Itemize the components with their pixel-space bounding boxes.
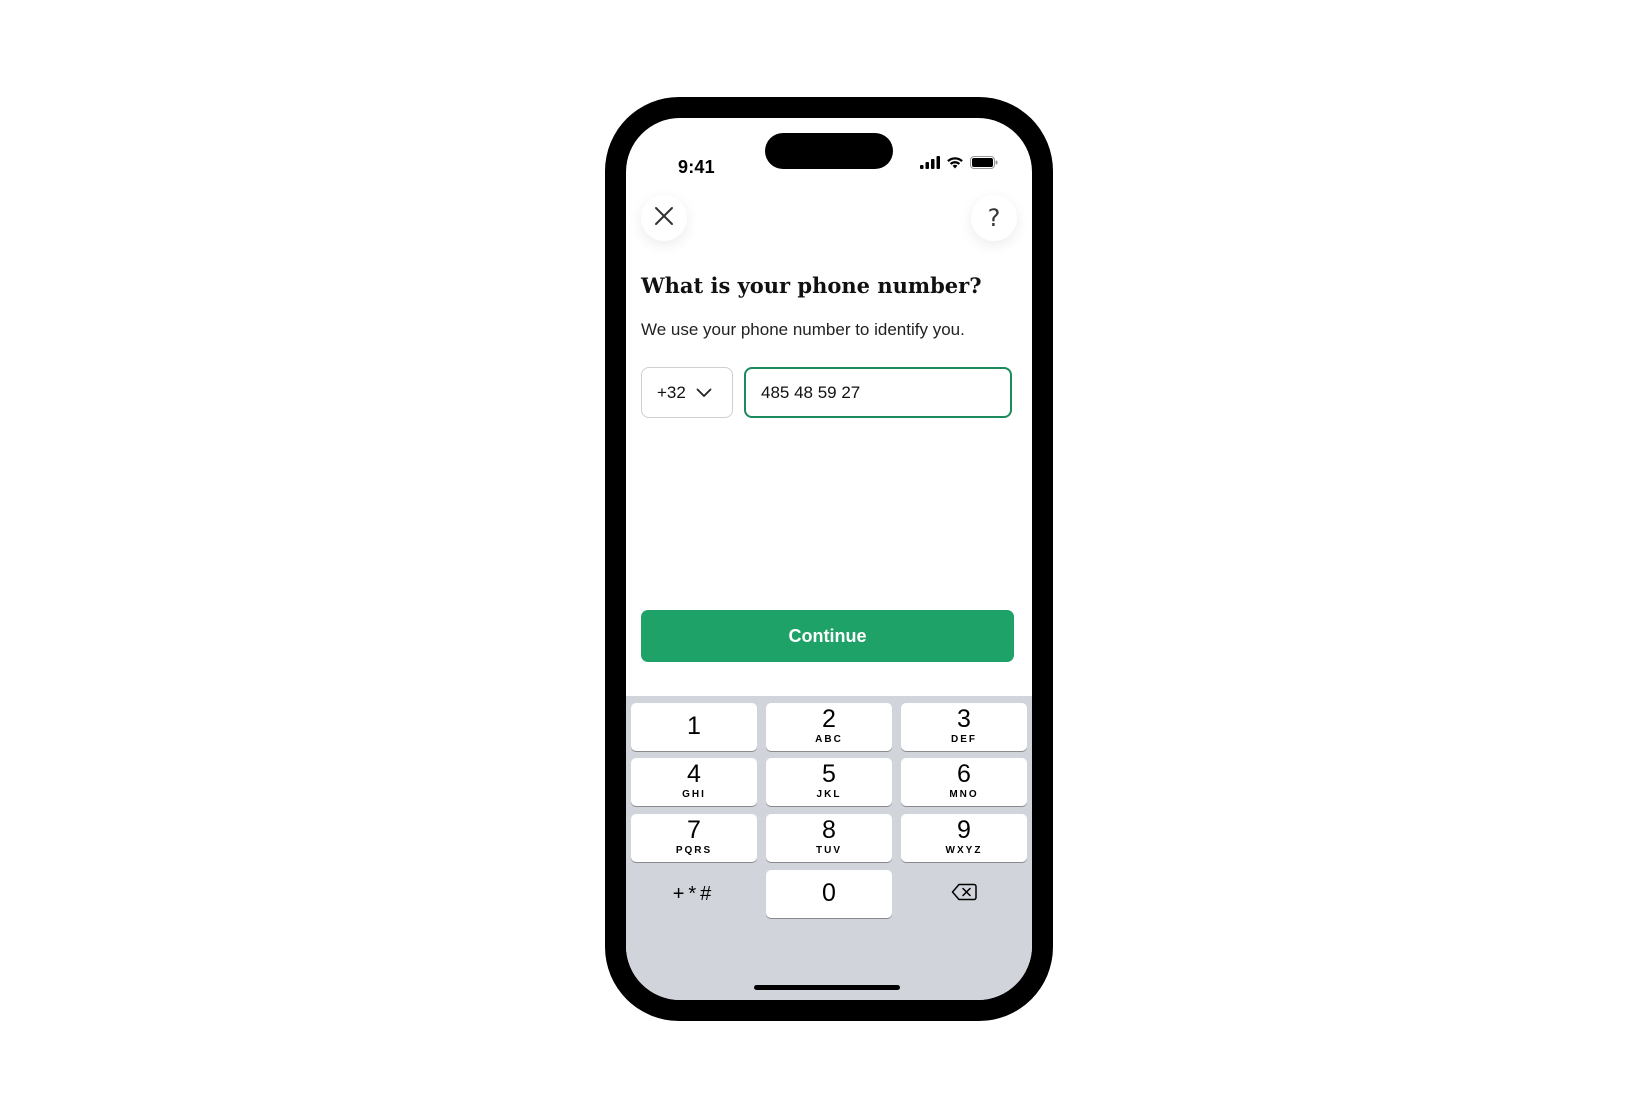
status-time: 9:41 [678, 157, 715, 177]
key-digit: 2 [822, 705, 836, 733]
home-indicator [754, 985, 900, 990]
help-button[interactable]: ? [971, 195, 1017, 241]
country-code-value: +32 [657, 382, 686, 402]
numeric-keypad: 1 2 ABC 3 DEF 4 GHI 5 JKL 6 MNO 7 PQRS 8… [626, 696, 1032, 1000]
key-5[interactable]: 5 JKL [766, 758, 892, 806]
phone-number-input[interactable] [744, 367, 1012, 418]
key-0[interactable]: 0 [766, 870, 892, 918]
key-9[interactable]: 9 WXYZ [901, 814, 1027, 862]
key-3[interactable]: 3 DEF [901, 703, 1027, 751]
help-icon: ? [987, 204, 1001, 232]
key-digit: 9 [957, 816, 971, 844]
symbols-key[interactable]: +*# [631, 870, 757, 918]
key-letters: MNO [949, 789, 979, 800]
key-7[interactable]: 7 PQRS [631, 814, 757, 862]
key-letters: ABC [815, 734, 843, 745]
key-letters: GHI [682, 789, 706, 800]
key-8[interactable]: 8 TUV [766, 814, 892, 862]
key-letters: DEF [951, 734, 977, 745]
cellular-signal-icon [920, 156, 940, 174]
dynamic-island [765, 133, 893, 169]
key-digit: 0 [822, 879, 836, 907]
key-letters: JKL [816, 789, 842, 800]
country-code-select[interactable]: +32 [641, 367, 733, 418]
key-2[interactable]: 2 ABC [766, 703, 892, 751]
key-digit: 6 [957, 760, 971, 788]
key-4[interactable]: 4 GHI [631, 758, 757, 806]
phone-frame: 9:41 ? What is your phone number? We use… [605, 97, 1053, 1021]
key-digit: 8 [822, 816, 836, 844]
page-title: What is your phone number? [641, 273, 982, 298]
phone-screen: 9:41 ? What is your phone number? We use… [626, 118, 1032, 1000]
battery-icon [970, 156, 998, 174]
key-6[interactable]: 6 MNO [901, 758, 1027, 806]
continue-button[interactable]: Continue [641, 610, 1014, 662]
close-button[interactable] [641, 195, 687, 241]
close-icon [654, 206, 674, 231]
key-digit: 5 [822, 760, 836, 788]
key-letters: PQRS [675, 845, 713, 856]
key-digit: 3 [957, 705, 971, 733]
backspace-icon [951, 883, 977, 906]
key-digit: 4 [687, 760, 701, 788]
chevron-down-icon [696, 383, 712, 403]
page-subtitle: We use your phone number to identify you… [641, 320, 965, 339]
key-digit: 7 [687, 816, 701, 844]
key-digit: 1 [687, 712, 701, 740]
key-1[interactable]: 1 [631, 703, 757, 751]
key-letters: WXYZ [945, 845, 983, 856]
backspace-key[interactable] [901, 870, 1027, 918]
wifi-icon [946, 156, 964, 174]
key-letters: TUV [816, 845, 842, 856]
status-icons [920, 156, 998, 174]
